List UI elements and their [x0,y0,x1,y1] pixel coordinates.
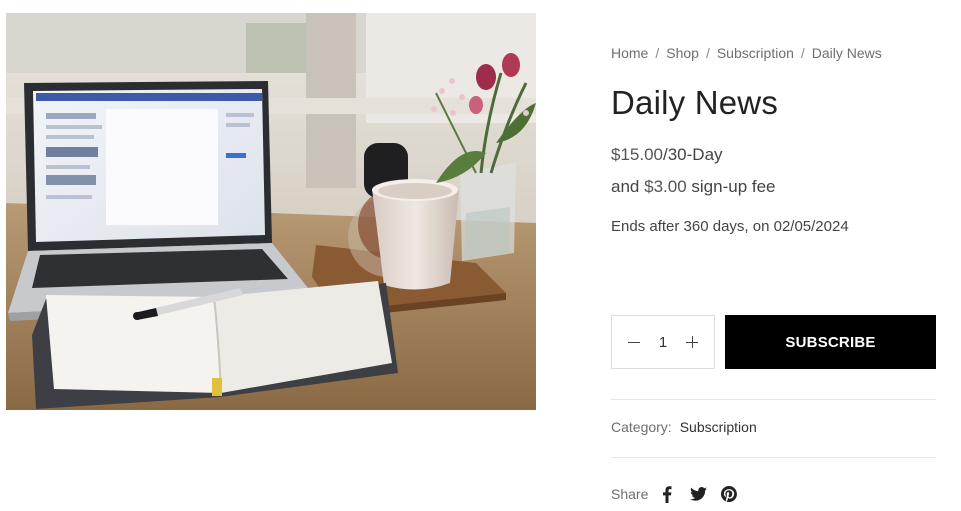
breadcrumb-separator: / [655,45,660,61]
twitter-icon[interactable] [689,485,707,503]
product-photo [6,13,536,410]
product-category: Category: Subscription [611,419,757,435]
signup-fee: and $3.00 sign-up fee [611,177,776,197]
breadcrumb-subscription[interactable]: Subscription [717,45,794,61]
breadcrumb-current: Daily News [811,45,882,61]
share-bar: Share [611,485,751,503]
facebook-icon[interactable] [658,485,676,503]
category-label: Category: [611,419,672,435]
subscribe-button[interactable]: SUBSCRIBE [725,315,936,369]
plus-icon[interactable] [684,334,700,350]
breadcrumb-separator: / [800,45,805,61]
breadcrumb-home[interactable]: Home [611,45,648,61]
product-image[interactable] [6,13,536,410]
quantity-input[interactable] [648,333,678,351]
subscription-length: Ends after 360 days, on 02/05/2024 [611,218,849,235]
signup-amount: $3.00 [644,177,687,196]
price-amount: $15.00 [611,145,663,164]
breadcrumb-separator: / [705,45,710,61]
minus-icon[interactable] [626,334,642,350]
subscription-price: $15.00/30-Day [611,145,723,165]
divider [611,457,936,458]
price-period: /30-Day [663,145,723,164]
product-title: Daily News [611,84,779,121]
quantity-stepper [611,315,715,369]
share-label: Share [611,486,649,502]
category-link[interactable]: Subscription [680,419,757,435]
breadcrumb-shop[interactable]: Shop [666,45,699,61]
breadcrumb: Home / Shop / Subscription / Daily News [611,45,882,61]
signup-suffix: sign-up fee [691,177,776,196]
pinterest-icon[interactable] [720,485,738,503]
divider [611,399,936,400]
signup-prefix: and [611,177,640,196]
